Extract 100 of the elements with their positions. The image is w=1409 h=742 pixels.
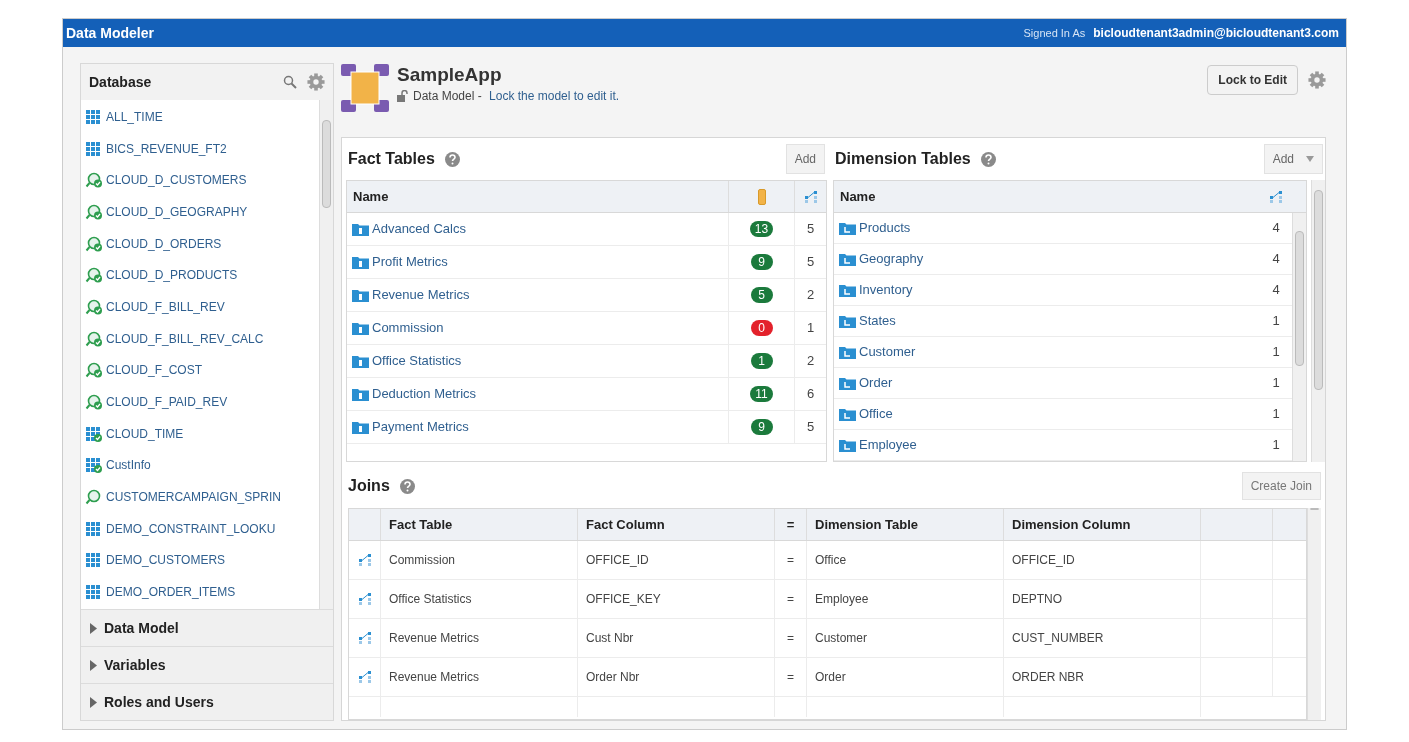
- scrollbar[interactable]: [1292, 213, 1306, 461]
- dimension-table-icon: [839, 407, 856, 421]
- table-cell: OFFICE_KEY: [578, 580, 775, 618]
- join-count: 2: [794, 345, 826, 377]
- join-count: 1: [1271, 374, 1281, 393]
- table-cell: Commission: [381, 541, 578, 579]
- database-item[interactable]: CustInfo: [85, 449, 319, 482]
- database-item[interactable]: CLOUD_F_BILL_REV: [85, 291, 319, 323]
- dimension-table-row[interactable]: Order: [834, 368, 1260, 398]
- lock-link[interactable]: Lock the model to edit it.: [489, 87, 620, 105]
- lock-to-edit-button[interactable]: Lock to Edit: [1207, 65, 1298, 95]
- join-icon: [357, 670, 372, 684]
- dimension-table-row[interactable]: Customer: [834, 337, 1260, 367]
- source-check-icon: [85, 394, 103, 411]
- fact-table-icon: [352, 387, 369, 401]
- dimension-table-row[interactable]: Employee: [834, 430, 1260, 460]
- join-icon: [357, 553, 372, 567]
- dimension-table-icon: [839, 252, 856, 266]
- database-item[interactable]: DEMO_ORDER_ITEMS: [85, 576, 319, 608]
- accordion-header[interactable]: Roles and Users: [81, 683, 333, 720]
- fact-table-row[interactable]: Advanced Calcs: [347, 213, 728, 245]
- source-check-icon: [85, 235, 103, 252]
- database-item[interactable]: CLOUD_D_CUSTOMERS: [85, 164, 319, 197]
- database-item[interactable]: DEMO_CONSTRAINT_LOOKU: [85, 512, 319, 545]
- database-item[interactable]: CUSTOMERCAMPAIGN_SPRIN: [85, 481, 319, 513]
- source-check-icon: [85, 172, 103, 189]
- fact-table-icon: [352, 354, 369, 368]
- dimension-table-icon: [839, 376, 856, 390]
- help-icon[interactable]: [980, 151, 996, 167]
- add-dropdown[interactable]: Add: [1263, 144, 1323, 174]
- scrollbar[interactable]: [319, 100, 333, 609]
- database-item[interactable]: CLOUD_F_PAID_REV: [85, 386, 319, 418]
- add-button[interactable]: Add: [785, 144, 825, 174]
- accordion-header[interactable]: Variables: [81, 646, 333, 683]
- table-cell: Revenue Metrics: [381, 619, 578, 657]
- settings-icon[interactable]: [1308, 71, 1326, 89]
- scrollbar[interactable]: [1307, 508, 1321, 720]
- help-icon[interactable]: [399, 478, 415, 494]
- column-header[interactable]: Fact Table: [381, 509, 578, 540]
- table-cell: CUST_NUMBER: [1004, 619, 1201, 657]
- table-cell: =: [775, 658, 807, 696]
- fact-table-row[interactable]: Office Statistics: [347, 345, 728, 377]
- join-count: 4: [1271, 219, 1281, 238]
- column-header[interactable]: Dimension Column: [1004, 509, 1201, 540]
- join-count: 5: [794, 246, 826, 278]
- join-count: 1: [1271, 405, 1281, 424]
- fact-table-row[interactable]: Deduction Metrics: [347, 378, 728, 410]
- dimension-table-row[interactable]: Inventory: [834, 275, 1260, 305]
- database-item[interactable]: ALL_TIME: [85, 101, 319, 133]
- panel-title: Database: [89, 72, 152, 92]
- settings-icon[interactable]: [307, 73, 325, 91]
- join-count: 1: [1271, 343, 1281, 362]
- user-name[interactable]: bicloudtenant3admin@bicloudtenant3.com: [1093, 24, 1339, 42]
- section-title: Dimension Tables: [835, 149, 971, 169]
- database-item[interactable]: CLOUD_D_GEOGRAPHY: [85, 196, 319, 228]
- search-icon[interactable]: [283, 75, 297, 89]
- table-cell: Office: [807, 541, 1004, 579]
- fact-table-row[interactable]: Revenue Metrics: [347, 279, 728, 311]
- source-icon: [85, 489, 103, 506]
- join-count: 5: [794, 411, 826, 443]
- table-cell: Employee: [807, 580, 1004, 618]
- caret-icon: [1306, 156, 1314, 162]
- table-cell: Order Nbr: [578, 658, 775, 696]
- accordion-header[interactable]: Data Model: [81, 609, 333, 646]
- table-cell: DEPTNO: [1004, 580, 1201, 618]
- fact-table-icon: [352, 222, 369, 236]
- measure-count: 0: [750, 320, 773, 336]
- scrollbar[interactable]: [1311, 180, 1325, 462]
- source-check-icon: [85, 362, 103, 379]
- database-item[interactable]: CLOUD_D_PRODUCTS: [85, 259, 319, 292]
- table-cell: Cust Nbr: [578, 619, 775, 657]
- dimension-table-row[interactable]: Products: [834, 213, 1260, 243]
- column-header[interactable]: =: [775, 509, 807, 540]
- join-icon: [357, 631, 372, 645]
- dimension-table-row[interactable]: States: [834, 306, 1260, 336]
- unlocked-icon: [397, 90, 409, 102]
- database-item[interactable]: CLOUD_TIME: [85, 417, 319, 450]
- column-header[interactable]: Dimension Table: [807, 509, 1004, 540]
- dimension-table-row[interactable]: Office: [834, 399, 1260, 429]
- dimension-table-row[interactable]: Geography: [834, 244, 1260, 274]
- fact-table-row[interactable]: Commission: [347, 312, 728, 344]
- table-cell: =: [775, 580, 807, 618]
- source-check-icon: [85, 267, 103, 284]
- table-cell: Order: [807, 658, 1004, 696]
- table-icon: [85, 520, 103, 537]
- database-item[interactable]: CLOUD_F_BILL_REV_CALC: [85, 322, 319, 355]
- database-item[interactable]: CLOUD_D_ORDERS: [85, 227, 319, 260]
- column-header[interactable]: Fact Column: [578, 509, 775, 540]
- help-icon[interactable]: [444, 151, 460, 167]
- section-title: Joins: [348, 476, 390, 496]
- table-icon: [85, 584, 103, 601]
- fact-table-icon: [352, 288, 369, 302]
- database-item[interactable]: BICS_REVENUE_FT2: [85, 132, 319, 165]
- expand-icon: [89, 622, 98, 634]
- database-item[interactable]: DEMO_CUSTOMERS: [85, 544, 319, 577]
- database-item[interactable]: CLOUD_F_COST: [85, 354, 319, 387]
- join-icon: [803, 189, 818, 204]
- fact-table-row[interactable]: Payment Metrics: [347, 411, 728, 443]
- fact-table-row[interactable]: Profit Metrics: [347, 246, 728, 278]
- create-join-button[interactable]: Create Join: [1241, 472, 1321, 500]
